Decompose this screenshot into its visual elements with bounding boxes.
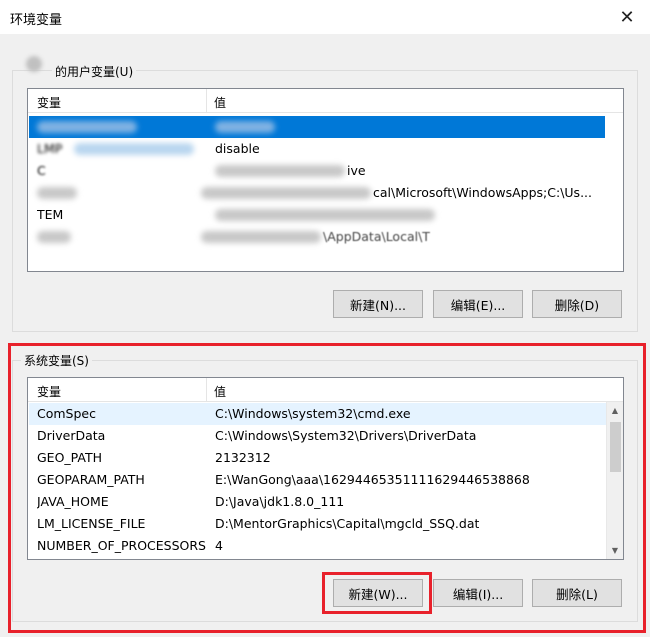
system-variables-list[interactable]: 变量 值 ComSpec C:\Windows\system32\cmd.exe… [27,377,624,560]
variable-value: 4 [215,538,223,553]
user-variables-list[interactable]: 变量 值 LMP disable C ive cal\Microsoft\Win… [27,88,624,272]
user-avatar-icon [26,56,42,72]
variable-name: GEOPARAM_PATH [37,472,145,487]
user-delete-button[interactable]: 删除(D) [532,290,622,318]
variable-name: DriverData [37,428,106,443]
user-list-header: 变量 值 [28,89,623,113]
system-variables-label: 系统变量(S) [21,352,92,369]
variable-name: LM_LICENSE_FILE [37,516,146,531]
variable-value: 2132312 [215,450,271,465]
scrollbar-thumb[interactable] [610,422,621,472]
table-row[interactable]: TEM [29,204,605,226]
table-row[interactable]: JAVA_HOME D:\Java\jdk1.8.0_111 [29,491,607,513]
table-row[interactable]: NUMBER_OF_PROCESSORS 4 [29,535,607,557]
variable-value: disable [215,141,260,156]
table-row[interactable]: C ive [29,160,605,182]
user-new-button[interactable]: 新建(N)... [333,290,423,318]
scroll-down-icon[interactable]: ▼ [607,542,623,559]
variable-value: D:\Java\jdk1.8.0_111 [215,494,345,509]
variable-name: GEO_PATH [37,450,103,465]
vertical-scrollbar[interactable]: ▲ ▼ [606,402,623,559]
table-row[interactable]: DriverData C:\Windows\System32\Drivers\D… [29,425,607,447]
table-row[interactable]: GEOPARAM_PATH E:\WanGong\aaa\16294465351… [29,469,607,491]
user-variables-label: 的用户变量(U) [52,63,137,80]
variable-value: \AppData\Local\T [323,229,430,244]
column-header-variable[interactable]: 变量 [37,383,61,400]
variable-value: ive [347,163,366,178]
scroll-up-icon[interactable]: ▲ [607,402,623,419]
table-row[interactable]: ComSpec C:\Windows\system32\cmd.exe [29,403,607,425]
variable-value: C:\Windows\system32\cmd.exe [215,406,411,421]
variable-name: JAVA_HOME [37,494,109,509]
column-header-value[interactable]: 值 [214,94,226,111]
column-header-variable[interactable]: 变量 [37,94,61,111]
variable-name: C [37,163,46,178]
variable-name: ComSpec [37,406,96,421]
table-row[interactable]: GEO_PATH 2132312 [29,447,607,469]
table-row[interactable]: LMP disable [29,138,605,160]
close-icon[interactable]: ✕ [604,0,650,34]
table-row[interactable]: \AppData\Local\T [29,226,605,248]
user-edit-button[interactable]: 编辑(E)... [433,290,523,318]
variable-name: LMP [37,141,63,156]
column-header-value[interactable]: 值 [214,383,226,400]
variable-value: C:\Windows\System32\Drivers\DriverData [215,428,477,443]
table-row[interactable]: LM_LICENSE_FILE D:\MentorGraphics\Capita… [29,513,607,535]
title-bar: 环境变量 ✕ [0,0,650,34]
system-delete-button[interactable]: 删除(L) [532,579,622,607]
system-list-header: 变量 值 [28,378,623,402]
variable-name: TEM [37,207,64,222]
table-row[interactable]: cal\Microsoft\WindowsApps;C:\Us... [29,182,605,204]
variable-value: E:\WanGong\aaa\1629446535111162944653886… [215,472,530,487]
variable-name: NUMBER_OF_PROCESSORS [37,538,206,553]
system-edit-button[interactable]: 编辑(I)... [433,579,523,607]
window-title: 环境变量 [10,13,63,28]
system-new-button[interactable]: 新建(W)... [333,579,423,607]
variable-value: D:\MentorGraphics\Capital\mgcld_SSQ.dat [215,516,480,531]
variable-value: cal\Microsoft\WindowsApps;C:\Us... [373,185,592,200]
table-row[interactable] [29,116,605,138]
